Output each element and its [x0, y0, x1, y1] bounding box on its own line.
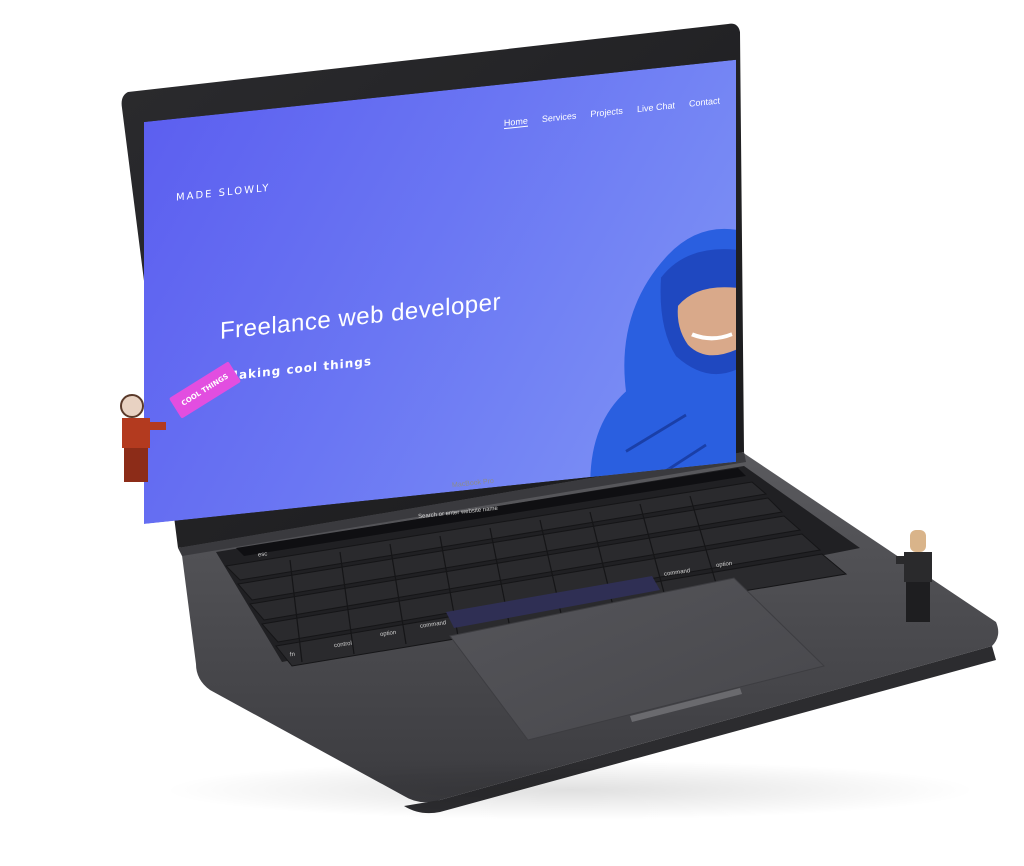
key-fn[interactable]: fn	[290, 652, 296, 659]
key-esc[interactable]: esc	[258, 551, 268, 558]
minifigure-right	[896, 530, 932, 622]
nav-services[interactable]: Services	[542, 111, 577, 126]
nav-live-chat[interactable]: Live Chat	[637, 100, 675, 115]
hero-title: Freelance web developer	[220, 288, 501, 346]
laptop-shadow	[160, 760, 980, 820]
site-nav: Home Services Projects Live Chat Contact	[503, 95, 720, 130]
website-hero: MADE SLOWLY Home Services Projects Live …	[144, 59, 736, 525]
nav-projects[interactable]: Projects	[590, 106, 623, 120]
nav-contact[interactable]: Contact	[689, 95, 720, 109]
site-brand-logo[interactable]: MADE SLOWLY	[176, 183, 270, 204]
hero-subtitle: Making cool things	[226, 354, 373, 384]
laptop-screen: MADE SLOWLY Home Services Projects Live …	[144, 59, 736, 525]
minifigure-left	[120, 394, 166, 482]
nav-home[interactable]: Home	[503, 115, 528, 130]
